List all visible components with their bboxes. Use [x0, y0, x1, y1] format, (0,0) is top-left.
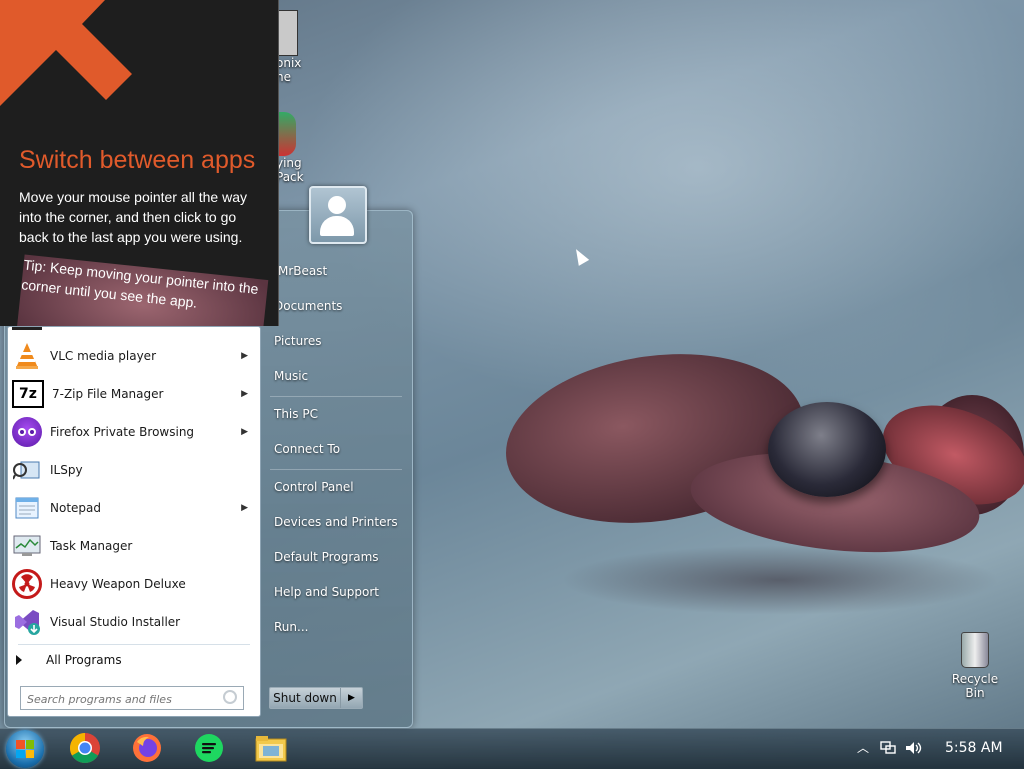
program-label: ILSpy	[50, 463, 83, 477]
start-link-control-panel[interactable]: Control Panel	[274, 480, 354, 494]
tooltip-title: Switch between apps	[19, 146, 256, 174]
spotify-icon	[195, 734, 223, 762]
program-label: 7-Zip File Manager	[52, 387, 164, 401]
submenu-arrow-icon: ▶	[241, 351, 248, 361]
program-label: VLC media player	[50, 349, 157, 363]
user-avatar[interactable]	[309, 186, 367, 244]
start-link-help-support[interactable]: Help and Support	[274, 585, 379, 599]
start-programs-pane: VLC media player ▶ 7z 7-Zip File Manager…	[7, 326, 261, 717]
submenu-arrow-icon: ▶	[241, 503, 248, 513]
start-search-input[interactable]	[25, 689, 215, 709]
shutdown-options-arrow-icon[interactable]: ▶	[340, 688, 362, 708]
desktop-icon-label: ying	[276, 156, 302, 170]
7zip-icon: 7z	[12, 380, 44, 408]
all-programs-button[interactable]: All Programs	[16, 653, 122, 667]
wallpaper-reflection	[560, 545, 1000, 615]
shutdown-button[interactable]: Shut down	[270, 688, 340, 708]
recycle-bin-icon	[961, 632, 989, 668]
all-programs-label: All Programs	[46, 653, 122, 667]
start-right-separator	[270, 396, 402, 397]
corner-arrow-icon	[0, 0, 132, 106]
visual-studio-installer-icon	[12, 607, 42, 637]
desktop-icon-recycle-bin[interactable]: Recycle Bin	[944, 632, 1006, 700]
avatar-body-shape	[320, 216, 354, 236]
windows-logo-icon	[16, 740, 34, 758]
program-item-7zip[interactable]: 7z 7-Zip File Manager ▶	[8, 376, 260, 412]
start-link-connect-to[interactable]: Connect To	[274, 442, 340, 456]
search-icon[interactable]	[223, 690, 237, 704]
programs-separator	[18, 644, 250, 645]
taskbar-chrome-button[interactable]	[68, 731, 102, 765]
tooltip-body: Move your mouse pointer all the way into…	[19, 189, 247, 245]
start-link-pictures[interactable]: Pictures	[274, 334, 322, 348]
switch-apps-tooltip: Switch between apps Move your mouse poin…	[0, 0, 279, 326]
program-item-firefox-private[interactable]: Firefox Private Browsing ▶	[8, 414, 260, 450]
network-icon[interactable]	[880, 728, 896, 768]
taskbar-file-explorer-button[interactable]	[254, 731, 288, 765]
start-link-this-pc[interactable]: This PC	[274, 407, 318, 421]
program-label: Task Manager	[50, 539, 133, 553]
desktop-icon-label: Pack	[276, 170, 304, 184]
start-search-box	[20, 686, 244, 710]
start-link-run[interactable]: Run...	[274, 620, 308, 634]
taskbar-firefox-button[interactable]	[130, 731, 164, 765]
program-item-visual-studio-installer[interactable]: Visual Studio Installer	[8, 604, 260, 640]
firefox-private-icon	[12, 417, 42, 447]
program-item-ilspy[interactable]: ILSpy	[8, 452, 260, 488]
program-label: Heavy Weapon Deluxe	[50, 577, 186, 591]
volume-icon[interactable]	[905, 728, 923, 768]
show-hidden-icons-icon[interactable]: ︿	[857, 728, 869, 768]
desktop-icon-partial[interactable]: ying Pack	[276, 112, 304, 184]
start-link-documents[interactable]: Documents	[274, 299, 342, 313]
program-label: Visual Studio Installer	[50, 615, 181, 629]
desktop-icon-label: he	[276, 70, 291, 84]
program-label: Firefox Private Browsing	[50, 425, 195, 439]
hidden-program-icon	[12, 327, 42, 330]
all-programs-arrow-icon	[16, 655, 22, 665]
desktop-icon-partial[interactable]: onix he	[276, 10, 301, 84]
recycle-bin-label: Recycle Bin	[951, 672, 999, 700]
file-explorer-icon	[255, 736, 287, 762]
start-right-separator	[270, 469, 402, 470]
start-link-music[interactable]: Music	[274, 369, 308, 383]
desktop-icon-label: onix	[276, 56, 302, 70]
start-button[interactable]	[6, 730, 44, 768]
task-manager-icon	[12, 531, 42, 561]
chrome-icon	[69, 733, 100, 764]
firefox-icon	[133, 734, 161, 762]
start-link-devices-printers[interactable]: Devices and Printers	[274, 515, 398, 529]
start-link-default-programs[interactable]: Default Programs	[274, 550, 379, 564]
program-item-heavy-weapon[interactable]: Heavy Weapon Deluxe	[8, 566, 260, 602]
start-user-name[interactable]: MrBeast	[278, 264, 327, 278]
submenu-arrow-icon: ▶	[241, 389, 248, 399]
vlc-icon	[12, 341, 42, 371]
avatar-head-shape	[328, 196, 346, 214]
tooltip-tip: Tip: Keep moving your pointer into the c…	[14, 254, 269, 326]
heavy-weapon-icon	[12, 569, 42, 599]
program-item-vlc[interactable]: VLC media player ▶	[8, 338, 260, 374]
program-label: Notepad	[50, 501, 101, 515]
submenu-arrow-icon: ▶	[241, 427, 248, 437]
notepad-icon	[12, 493, 42, 523]
program-item-task-manager[interactable]: Task Manager	[8, 528, 260, 564]
shutdown-button-group: Shut down ▶	[269, 687, 363, 709]
wallpaper-water-drop	[768, 402, 886, 497]
taskbar-spotify-button[interactable]	[192, 731, 226, 765]
program-item-notepad[interactable]: Notepad ▶	[8, 490, 260, 526]
taskbar-clock[interactable]: 5:58 AM	[945, 728, 1003, 768]
ilspy-icon	[12, 455, 42, 485]
